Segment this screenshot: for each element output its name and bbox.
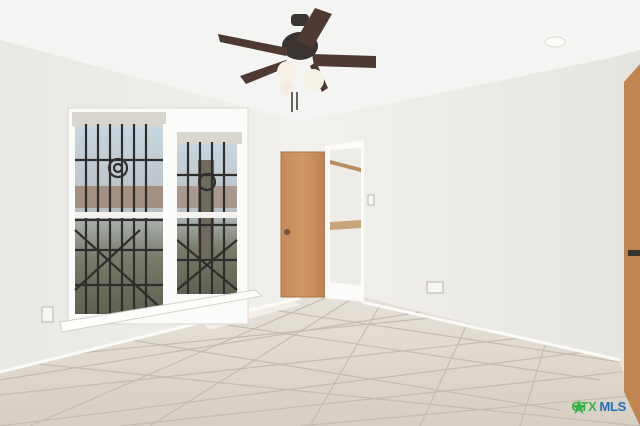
door-knob <box>284 229 290 235</box>
smoke-detector <box>544 36 566 48</box>
watermark-logo: CTXMLS <box>571 399 626 414</box>
wall-outlet-right <box>426 281 444 294</box>
room-scene <box>0 0 640 426</box>
wall-outlet-left <box>41 306 54 323</box>
window-blind-left <box>72 112 166 126</box>
right-door <box>624 64 640 426</box>
window-sash-rail-right <box>177 212 237 218</box>
window-sash-rail-left <box>75 212 163 218</box>
bedroom-door <box>280 151 326 298</box>
window-blind-right <box>174 132 242 144</box>
right-door-handle <box>628 250 640 256</box>
window-mullion <box>163 124 177 320</box>
star-icon <box>572 400 587 414</box>
fan-blade-right <box>312 54 376 68</box>
watermark-right-text: MLS <box>599 399 626 414</box>
fan-light-right <box>304 69 324 91</box>
closet-opening <box>325 140 364 302</box>
fan-light-left <box>277 61 297 83</box>
room-photo: CTXMLS <box>0 0 640 426</box>
window <box>59 107 264 333</box>
light-switch <box>367 194 375 206</box>
